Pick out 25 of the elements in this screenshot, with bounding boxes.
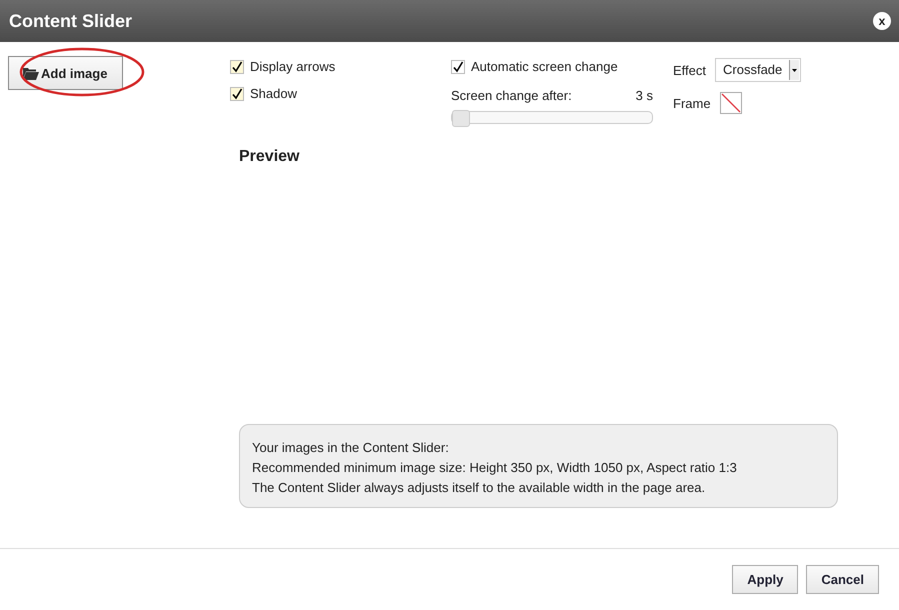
apply-button[interactable]: Apply: [732, 565, 798, 594]
checkbox-label: Automatic screen change: [471, 59, 618, 74]
effect-label: Effect: [673, 62, 706, 78]
cancel-button[interactable]: Cancel: [806, 565, 879, 594]
close-button[interactable]: x: [873, 12, 891, 30]
slider-handle[interactable]: [452, 110, 470, 127]
add-image-button[interactable]: Add image: [8, 56, 123, 90]
info-text: Your images in the Content Slider:: [252, 439, 450, 457]
folder-icon: [23, 66, 39, 80]
frame-label: Frame: [673, 96, 711, 110]
checkbox[interactable]: [230, 60, 244, 74]
checkbox-label: Shadow: [250, 86, 297, 101]
preview-heading: Preview: [239, 148, 300, 166]
checkbox-label: Display arrows: [250, 59, 336, 74]
slider-label: Screen change after:: [451, 88, 572, 103]
info-text: Recommended minimum image size: Height 350 px, Width 1050 px, Aspect ratio 1:3: [252, 459, 738, 477]
effect-dropdown[interactable]: Crossfade: [715, 58, 802, 82]
checkbox[interactable]: [451, 60, 465, 74]
window-title: Content Slider: [9, 10, 132, 32]
caret-icon: [789, 60, 800, 80]
info-text: The Content Slider always adjusts itself to the available width in the page area.: [252, 479, 706, 497]
no-frame-icon[interactable]: [720, 92, 742, 114]
interval-slider[interactable]: [451, 111, 653, 124]
slider-value: 3 s: [636, 88, 653, 103]
checkbox[interactable]: [230, 86, 244, 100]
